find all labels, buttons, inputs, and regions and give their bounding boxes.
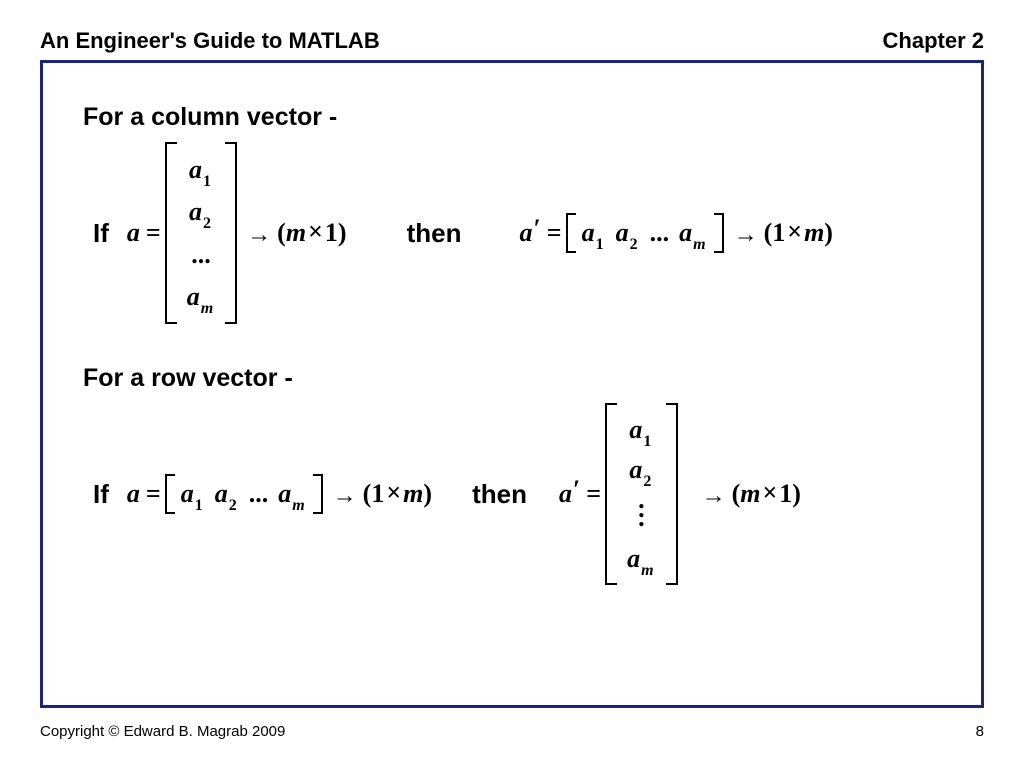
arrow-icon: → (734, 222, 758, 249)
then-keyword: then (472, 479, 527, 510)
row-vector-heading: For a row vector - (83, 364, 941, 393)
slide: An Engineer's Guide to MATLAB Chapter 2 … (0, 0, 1024, 768)
if-keyword: If (93, 479, 109, 510)
var-a-transpose: a (559, 479, 572, 509)
chapter-label: Chapter 2 (883, 28, 984, 54)
equals: = (146, 218, 161, 248)
column-vector-bracket: a1 a2 ... am (605, 403, 677, 585)
footer: Copyright © Edward B. Magrab 2009 8 (40, 723, 984, 740)
header: An Engineer's Guide to MATLAB Chapter 2 (40, 28, 984, 54)
book-title: An Engineer's Guide to MATLAB (40, 28, 380, 54)
content-frame: For a column vector - If a = a1 a2 ... a… (40, 60, 984, 708)
row-vector-equation: If a = a1 a2 ... am → (1×m) then a′ (93, 403, 941, 585)
row-vector-bracket: a1 a2 ... am (566, 213, 724, 253)
column-vector-bracket: a1 a2 ... am (165, 142, 237, 324)
arrow-icon: → (333, 483, 357, 510)
var-a: a (127, 218, 140, 248)
vertical-dots-icon: ... (638, 495, 645, 522)
arrow-icon: → (702, 483, 726, 510)
arrow-icon: → (247, 222, 271, 249)
row-vector-bracket: a1 a2 ... am (165, 474, 323, 514)
then-keyword: then (407, 218, 462, 249)
copyright: Copyright © Edward B. Magrab 2009 (40, 723, 285, 740)
var-a-transpose: a (519, 218, 532, 248)
column-vector-heading: For a column vector - (83, 103, 941, 132)
page-number: 8 (976, 723, 984, 740)
var-a: a (127, 479, 140, 509)
if-keyword: If (93, 218, 109, 249)
column-vector-equation: If a = a1 a2 ... am → (m×1) then a′ (93, 142, 941, 324)
